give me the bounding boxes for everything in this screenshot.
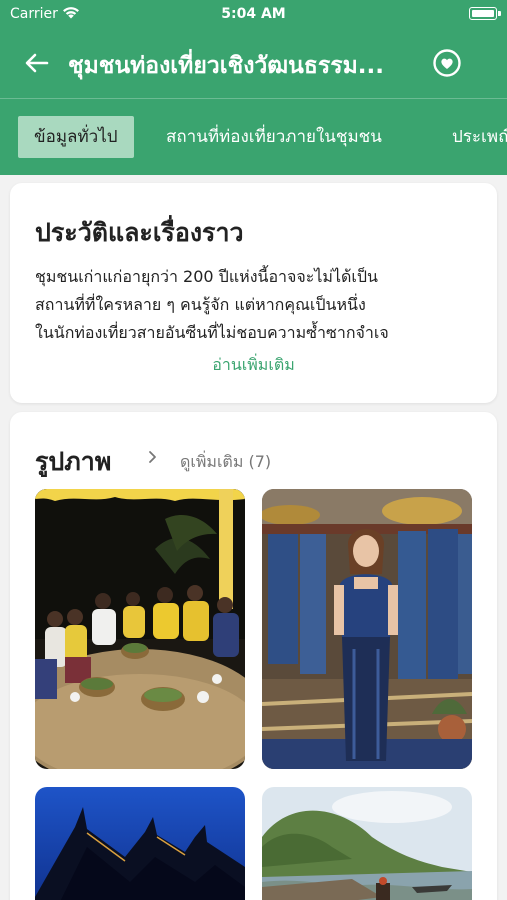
heart-icon[interactable] [432,48,462,78]
nav-bar: ชุมชนท่องเที่ยวเชิงวัฒนธรรม... [0,28,507,98]
history-line: ชุมชนเก่าแก่อายุกว่า 200 ปีแห่งนี้อาจจะไ… [35,267,378,286]
photos-card: รูปภาพ ดูเพิ่มเติม (7) [10,412,497,900]
back-arrow-icon[interactable] [22,48,52,78]
battery-tip [498,11,501,16]
status-bar: Carrier 5:04 AM [0,0,507,28]
photo-temple-roof-image [35,787,245,900]
tab-community-attractions[interactable]: สถานที่ท่องเที่ยวภายในชุมชน [150,116,398,158]
history-title: ประวัติและเรื่องราว [35,218,244,247]
tab-traditions[interactable]: ประเพณี [436,116,507,158]
photo-community-gathering[interactable] [35,489,245,769]
photo-riverside[interactable] [262,787,472,900]
photo-indigo-textile[interactable] [262,489,472,769]
read-more-link[interactable]: อ่านเพิ่มเติม [10,353,497,378]
page-title: ชุมชนท่องเที่ยวเชิงวัฒนธรรม... [68,53,384,79]
tab-bar: ข้อมูลทั่วไป สถานที่ท่องเที่ยวภายในชุมชน… [0,99,507,175]
photo-community-gathering-image [35,489,245,769]
history-line: ในนักท่องเที่ยวสายอันซีนที่ไม่ชอบความซ้ำ… [35,323,389,342]
chevron-right-icon[interactable] [146,450,158,464]
status-time: 5:04 AM [221,6,286,22]
history-line: สถานที่ที่ใครหลาย ๆ คนรู้จัก แต่หากคุณเป… [35,295,366,314]
history-card: ประวัติและเรื่องราว ชุมชนเก่าแก่อายุกว่า… [10,183,497,403]
photo-riverside-image [262,787,472,900]
battery-icon [469,7,497,20]
photo-temple-roof[interactable] [35,787,245,900]
tab-general-info[interactable]: ข้อมูลทั่วไป [18,116,134,158]
photos-title: รูปภาพ [35,447,112,476]
history-text: ชุมชนเก่าแก่อายุกว่า 200 ปีแห่งนี้อาจจะไ… [35,263,480,347]
app-header: Carrier 5:04 AM ชุมชนท่องเที่ยวเชิงวัฒนธ… [0,0,507,175]
see-more-photos-link[interactable]: ดูเพิ่มเติม (7) [180,450,271,475]
photo-indigo-textile-image [262,489,472,769]
